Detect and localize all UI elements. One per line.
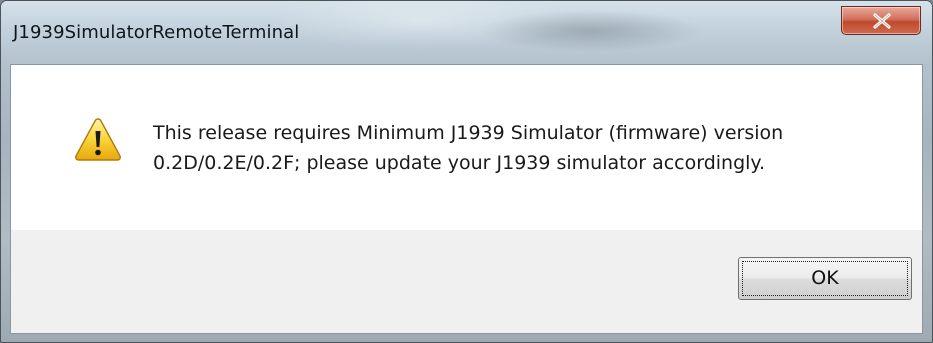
window-title: J1939SimulatorRemoteTerminal — [13, 22, 300, 43]
dialog-client-area: This release requires Minimum J1939 Simu… — [10, 64, 923, 334]
ok-button-label: OK — [811, 267, 839, 289]
ok-button[interactable]: OK — [738, 257, 912, 300]
message-line-1: This release requires Minimum J1939 Simu… — [153, 122, 784, 144]
close-button[interactable] — [841, 6, 921, 35]
message-area: This release requires Minimum J1939 Simu… — [11, 65, 922, 230]
message-line-2: 0.2D/0.2E/0.2F; please update your J1939… — [153, 152, 766, 174]
message-dialog-window: J1939SimulatorRemoteTerminal This releas… — [0, 0, 933, 343]
title-bar[interactable]: J1939SimulatorRemoteTerminal — [1, 1, 932, 63]
warning-icon — [75, 118, 121, 161]
close-icon — [873, 13, 891, 29]
dialog-message: This release requires Minimum J1939 Simu… — [153, 118, 913, 178]
